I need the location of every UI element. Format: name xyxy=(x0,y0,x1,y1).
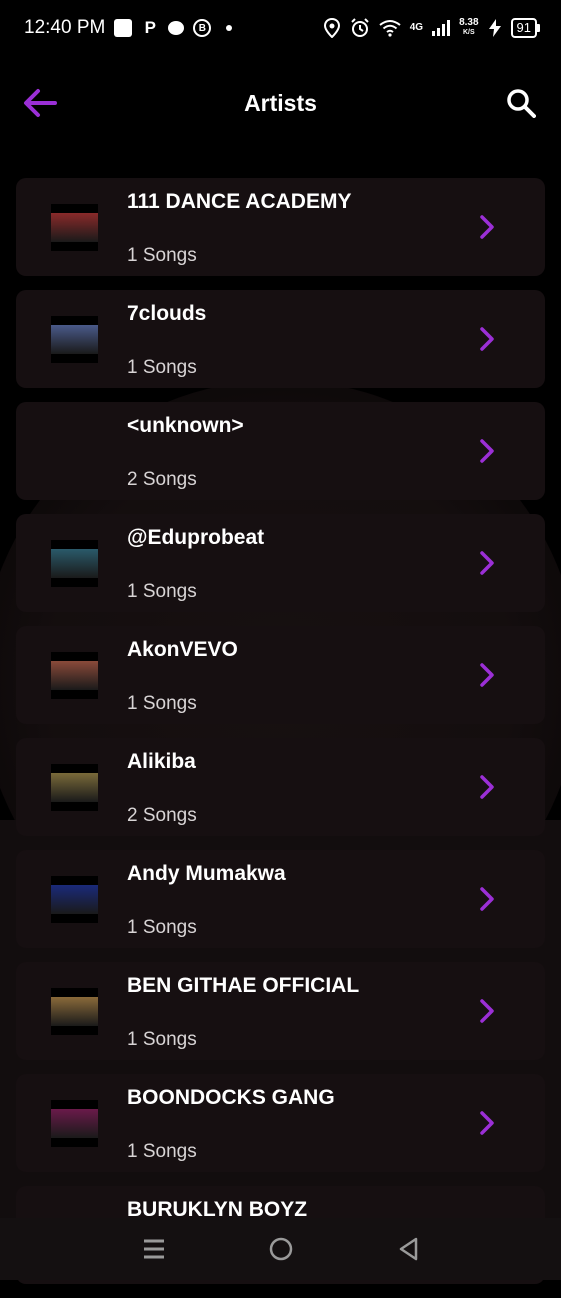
notification-square-icon xyxy=(114,19,133,37)
p-app-icon: P xyxy=(144,18,156,37)
artist-list: 111 DANCE ACADEMY 1 Songs 7clouds 1 Songs <u… xyxy=(16,178,545,1298)
chevron-right-icon xyxy=(480,999,494,1023)
data-speed-value: 8.38 xyxy=(459,17,479,28)
thumbnail-image xyxy=(51,997,98,1026)
song-count: 1 Songs xyxy=(127,917,197,938)
artist-name: 7clouds xyxy=(127,302,207,325)
artist-thumbnail xyxy=(51,876,98,923)
artist-name: BOONDOCKS GANG xyxy=(127,1086,335,1109)
recents-button[interactable] xyxy=(134,1229,174,1269)
more-dot-icon xyxy=(226,25,233,31)
app-header: Artists xyxy=(0,70,561,136)
home-button[interactable] xyxy=(261,1229,301,1269)
artist-thumbnail xyxy=(51,988,98,1035)
artist-name: <unknown> xyxy=(127,414,244,437)
artist-thumbnail xyxy=(51,764,98,811)
data-speed: 8.38 K/S xyxy=(459,18,478,38)
song-count: 1 Songs xyxy=(127,357,197,378)
artist-name: 111 DANCE ACADEMY xyxy=(127,190,352,213)
charging-icon xyxy=(488,19,501,37)
song-count: 1 Songs xyxy=(127,1029,197,1050)
chevron-right-icon xyxy=(480,887,494,911)
system-nav-bar xyxy=(0,1218,561,1280)
song-count: 1 Songs xyxy=(127,1141,197,1162)
song-count: 1 Songs xyxy=(127,245,197,266)
artist-row[interactable]: BOONDOCKS GANG 1 Songs xyxy=(16,1074,545,1172)
chevron-right-icon xyxy=(480,551,494,575)
artist-thumbnail xyxy=(51,652,98,699)
b-app-icon: B xyxy=(193,19,212,37)
song-count: 2 Songs xyxy=(127,469,197,490)
back-button[interactable] xyxy=(22,85,58,121)
chevron-right-icon xyxy=(480,327,494,351)
artist-name: @Eduprobeat xyxy=(127,526,265,549)
artist-thumbnail xyxy=(51,204,98,251)
chevron-right-icon xyxy=(480,1111,494,1135)
artist-row[interactable]: 7clouds 1 Songs xyxy=(16,290,545,388)
thumbnail-image xyxy=(51,885,98,914)
song-count: 1 Songs xyxy=(127,693,197,714)
artist-row[interactable]: Andy Mumakwa 1 Songs xyxy=(16,850,545,948)
page-title: Artists xyxy=(244,89,317,116)
chevron-right-icon xyxy=(480,775,494,799)
artist-name: AkonVEVO xyxy=(127,638,238,661)
artist-name: Andy Mumakwa xyxy=(127,862,286,885)
wifi-icon xyxy=(379,20,401,37)
chevron-right-icon xyxy=(480,663,494,687)
thumbnail-image xyxy=(51,325,98,354)
system-back-button[interactable] xyxy=(388,1229,428,1269)
artist-row[interactable]: 111 DANCE ACADEMY 1 Songs xyxy=(16,178,545,276)
thumbnail-image xyxy=(51,773,98,802)
thumbnail-image xyxy=(51,549,98,578)
alarm-icon xyxy=(351,18,369,37)
search-icon xyxy=(507,89,536,118)
song-count: 2 Songs xyxy=(127,805,197,826)
song-count: 1 Songs xyxy=(127,581,197,602)
chat-icon xyxy=(168,21,185,35)
triangle-back-icon xyxy=(399,1237,417,1261)
thumbnail-image xyxy=(51,213,98,242)
location-icon xyxy=(323,18,340,38)
thumbnail-image xyxy=(51,661,98,690)
artist-row[interactable]: @Eduprobeat 1 Songs xyxy=(16,514,545,612)
artist-thumbnail xyxy=(51,316,98,363)
artist-row[interactable]: AkonVEVO 1 Songs xyxy=(16,626,545,724)
menu-icon xyxy=(143,1239,164,1259)
artist-name: BEN GITHAE OFFICIAL xyxy=(127,974,360,997)
artist-row[interactable]: <unknown> 2 Songs xyxy=(16,402,545,500)
artist-thumbnail xyxy=(51,540,98,587)
artist-thumbnail xyxy=(51,1100,98,1147)
artist-row[interactable]: BEN GITHAE OFFICIAL 1 Songs xyxy=(16,962,545,1060)
artist-name: Alikiba xyxy=(127,750,196,773)
status-right: 4G 8.38 K/S 91 xyxy=(323,18,541,38)
signal-icon xyxy=(432,20,451,36)
status-bar: 12:40 PM P B 4G 8.38 K/S 91 xyxy=(0,0,561,56)
arrow-left-icon xyxy=(24,89,57,117)
artist-thumbnail xyxy=(51,428,98,475)
status-left: 12:40 PM P B xyxy=(24,17,233,39)
circle-home-icon xyxy=(269,1237,292,1261)
thumbnail-image xyxy=(51,1109,98,1138)
search-button[interactable] xyxy=(503,85,539,121)
artist-row[interactable]: Alikiba 2 Songs xyxy=(16,738,545,836)
network-type: 4G xyxy=(409,22,424,33)
chevron-right-icon xyxy=(480,215,494,239)
chevron-right-icon xyxy=(480,439,494,463)
battery-indicator: 91 xyxy=(510,18,541,38)
data-speed-unit: K/S xyxy=(462,29,475,36)
status-time: 12:40 PM xyxy=(24,17,106,38)
